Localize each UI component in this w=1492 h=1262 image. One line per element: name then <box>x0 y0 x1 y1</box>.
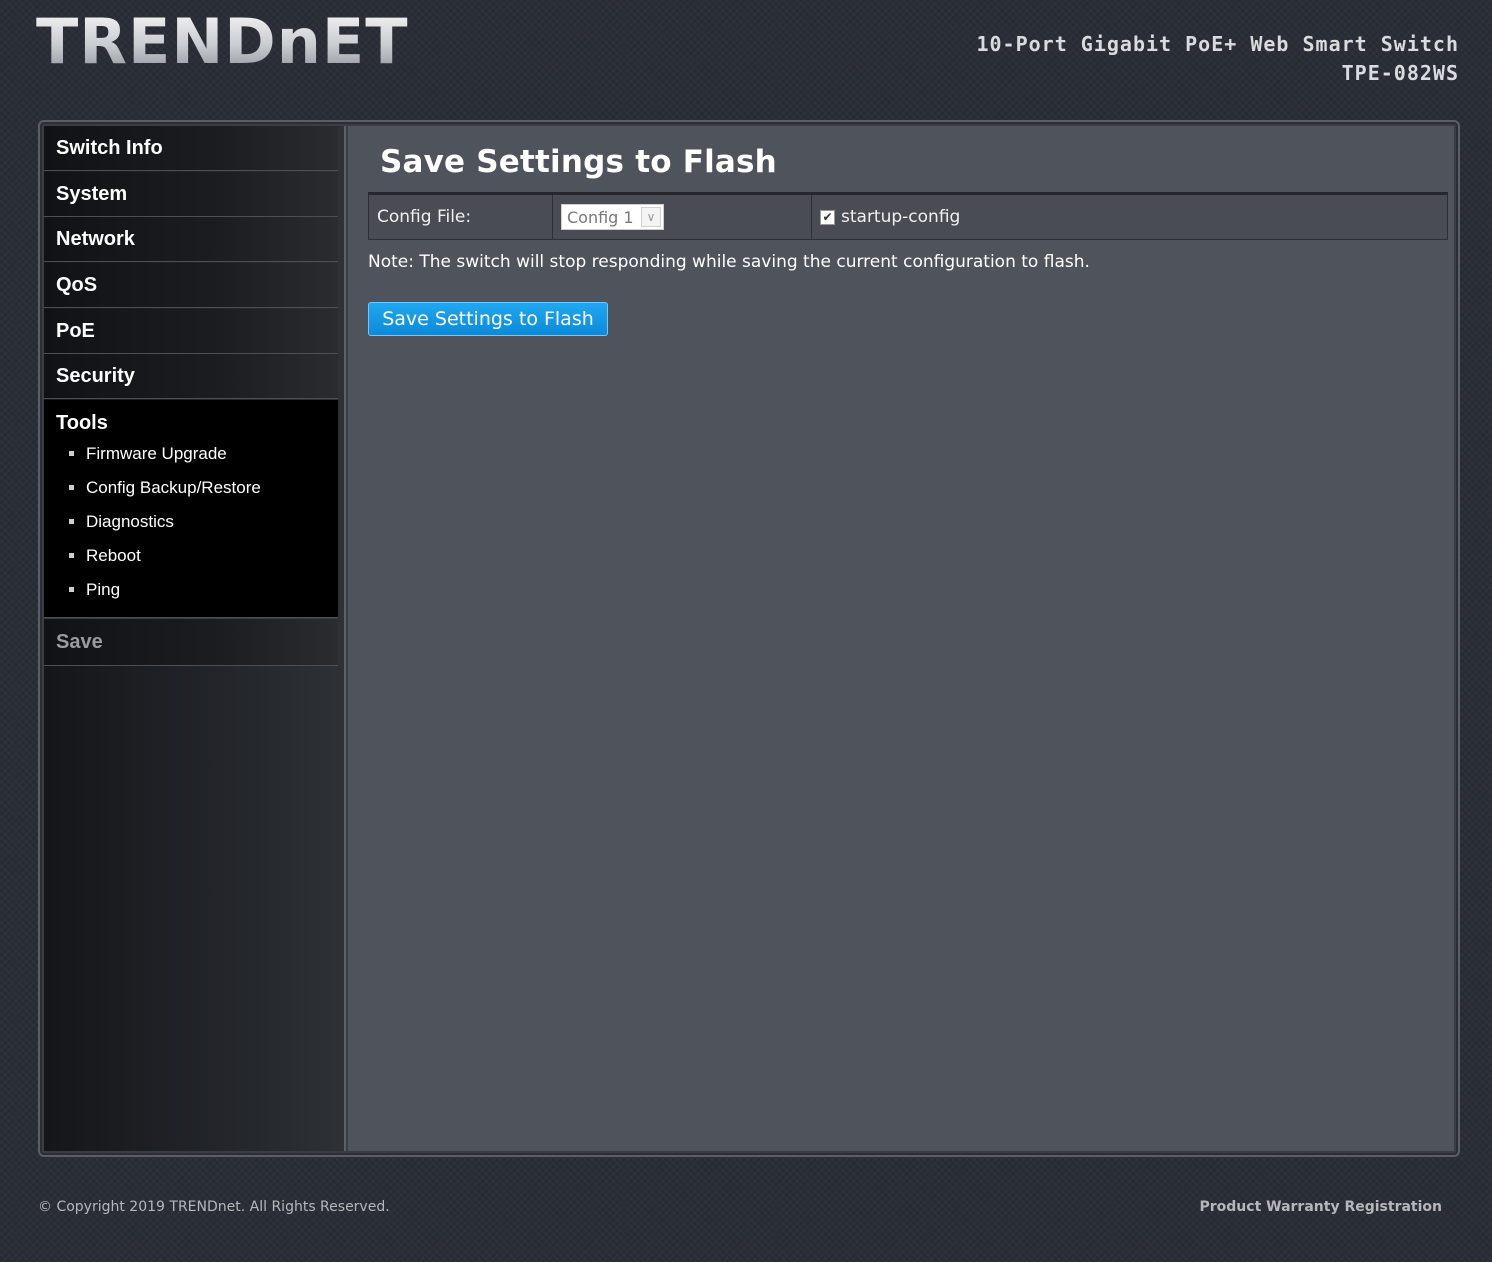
page-title: Save Settings to Flash <box>380 144 777 180</box>
sidebar-item-system[interactable]: System <box>44 172 338 217</box>
chevron-down-icon[interactable]: ∨ <box>641 207 661 227</box>
copyright-text: © Copyright 2019 TRENDnet. All Rights Re… <box>38 1199 390 1215</box>
content-panel: Save Settings to Flash Config File: Conf… <box>348 126 1454 1151</box>
product-title: 10-Port Gigabit PoE+ Web Smart Switch TP… <box>976 30 1459 88</box>
startup-config-cell: ✔ startup-config <box>812 195 1447 239</box>
bullet-icon <box>69 519 74 524</box>
warranty-registration-link[interactable]: Product Warranty Registration <box>1200 1199 1443 1215</box>
startup-config-checkbox[interactable]: ✔ <box>820 209 835 225</box>
config-select-cell: Config 1 ∨ <box>553 195 812 239</box>
startup-config-label: startup-config <box>841 207 961 227</box>
save-note: Note: The switch will stop responding wh… <box>368 252 1090 272</box>
bullet-icon <box>69 485 74 490</box>
submenu-item-label: Config Backup/Restore <box>86 478 261 497</box>
trendnet-logo: TRENDnET <box>36 5 409 78</box>
config-file-table: Config File: Config 1 ∨ ✔ startup-config <box>368 192 1448 240</box>
submenu-item-ping[interactable]: Ping <box>44 573 338 607</box>
submenu-item-firmware-upgrade[interactable]: Firmware Upgrade <box>44 437 338 471</box>
sidebar-item-qos[interactable]: QoS <box>44 263 338 308</box>
sidebar: Switch Info System Network QoS PoE Secur… <box>44 126 346 1151</box>
submenu-item-label: Reboot <box>86 546 141 565</box>
bullet-icon <box>69 587 74 592</box>
tools-submenu: Firmware Upgrade Config Backup/Restore D… <box>44 437 338 607</box>
submenu-item-reboot[interactable]: Reboot <box>44 539 338 573</box>
submenu-item-label: Diagnostics <box>86 512 174 531</box>
submenu-item-label: Ping <box>86 580 121 599</box>
config-file-select[interactable]: Config 1 ∨ <box>561 204 664 230</box>
product-name: 10-Port Gigabit PoE+ Web Smart Switch <box>976 32 1459 56</box>
bullet-icon <box>69 451 74 456</box>
sidebar-item-poe[interactable]: PoE <box>44 309 338 354</box>
product-model: TPE-082WS <box>1341 61 1459 85</box>
submenu-item-label: Firmware Upgrade <box>86 444 227 463</box>
sidebar-section-tools: Tools Firmware Upgrade Config Backup/Res… <box>44 400 338 618</box>
sidebar-item-network[interactable]: Network <box>44 217 338 262</box>
config-select-value: Config 1 <box>567 207 634 227</box>
sidebar-item-security[interactable]: Security <box>44 354 338 399</box>
sidebar-item-save[interactable]: Save <box>44 618 338 666</box>
submenu-item-diagnostics[interactable]: Diagnostics <box>44 505 338 539</box>
sidebar-item-tools[interactable]: Tools <box>44 400 338 435</box>
sidebar-item-switch-info[interactable]: Switch Info <box>44 126 338 171</box>
submenu-item-config-backup-restore[interactable]: Config Backup/Restore <box>44 471 338 505</box>
bullet-icon <box>69 553 74 558</box>
config-file-label: Config File: <box>369 195 553 239</box>
save-settings-button[interactable]: Save Settings to Flash <box>368 302 608 336</box>
